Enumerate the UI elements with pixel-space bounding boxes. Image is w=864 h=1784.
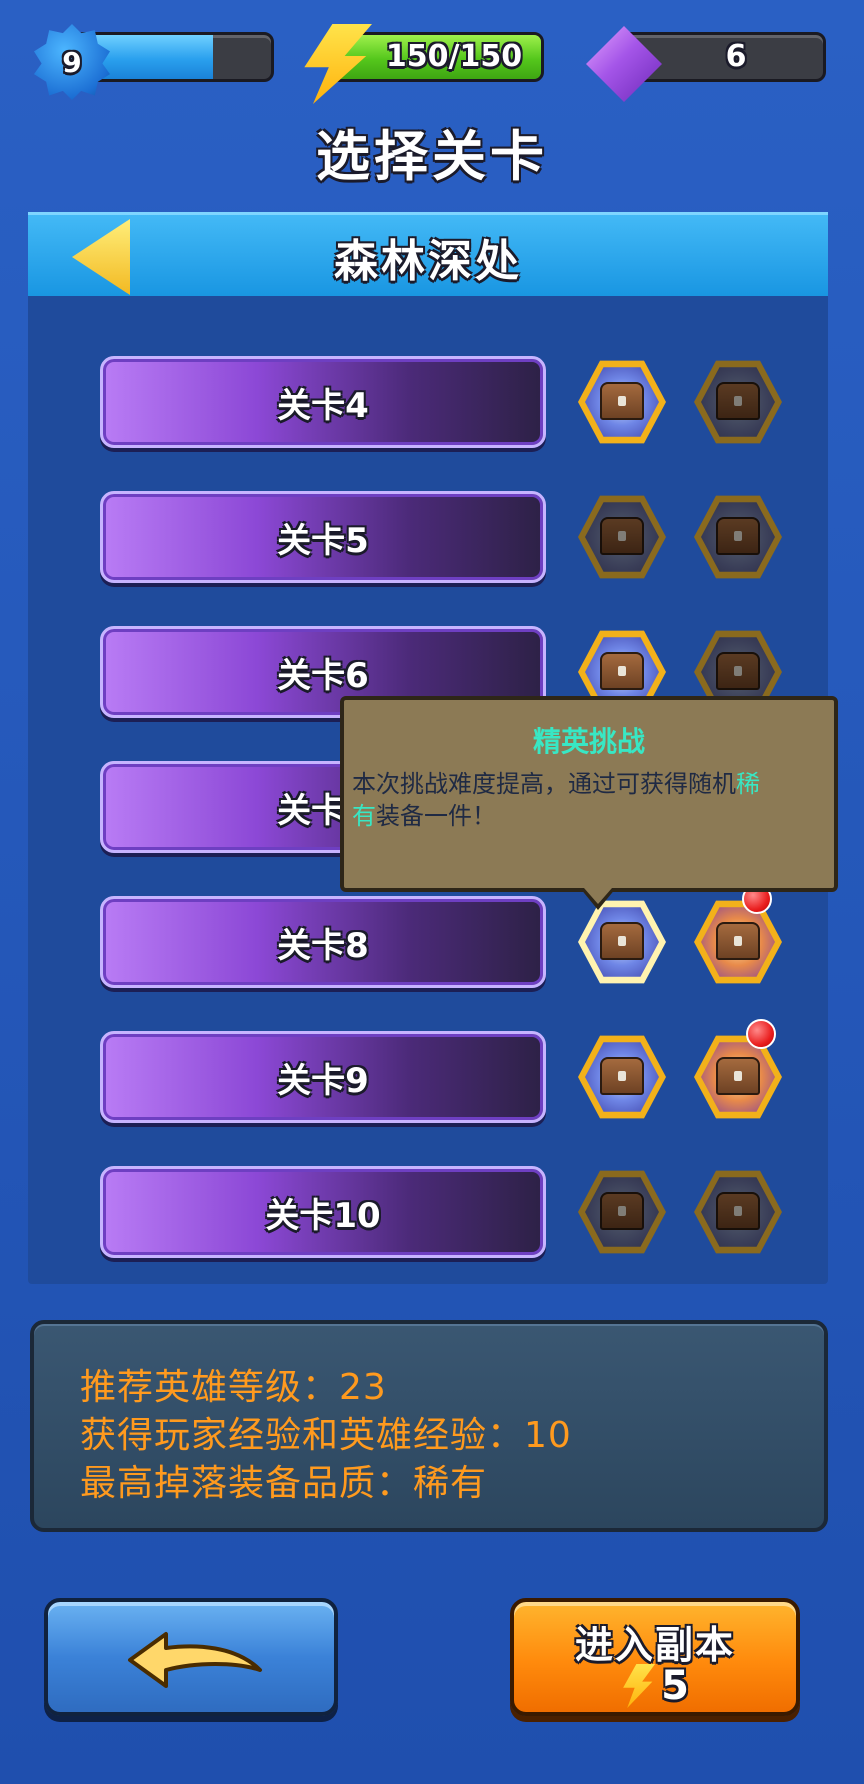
stage-info-panel: 推荐英雄等级：23 获得玩家经验和英雄经验：10 最高掉落装备品质：稀有 (30, 1320, 828, 1532)
new-reward-dot-icon (746, 1019, 776, 1049)
area-title: 森林深处 (334, 236, 522, 287)
stage-button[interactable]: 关卡4 (100, 356, 546, 448)
player-level-bar: 9 (34, 24, 274, 100)
stage-row: 关卡5 (68, 491, 782, 583)
exp-reward-text: 获得玩家经验和英雄经验：10 (80, 1415, 572, 1456)
normal-chest-icon[interactable] (578, 1035, 666, 1119)
area-header: 森林深处 (28, 212, 828, 296)
elite-chest-icon[interactable] (694, 495, 782, 579)
max-drop-quality-text: 最高掉落装备品质：稀有 (80, 1463, 488, 1504)
energy-bar[interactable]: 150/150 (304, 24, 544, 104)
recommended-level-text: 推荐英雄等级：23 (80, 1367, 387, 1408)
stage-row: 关卡10 (68, 1166, 782, 1258)
stage-button[interactable]: 关卡5 (100, 491, 546, 583)
elite-challenge-tooltip: 精英挑战 本次挑战难度提高，通过可获得随机稀有装备一件！ (340, 696, 838, 910)
stage-row: 关卡9 (68, 1019, 782, 1123)
normal-chest-icon[interactable] (578, 900, 666, 984)
energy-cost: 5 (514, 1662, 796, 1710)
gem-counter[interactable]: 6 (586, 24, 826, 102)
back-button[interactable] (44, 1598, 338, 1716)
curved-arrow-left-icon (128, 1632, 262, 1688)
stage-row: 关卡8 (68, 884, 782, 988)
lightning-icon (623, 1664, 656, 1708)
normal-chest-icon[interactable] (578, 495, 666, 579)
tooltip-desc-highlight: 稀 (736, 770, 760, 798)
stage-button[interactable]: 关卡9 (100, 1031, 546, 1123)
page-title: 选择关卡 (316, 125, 548, 188)
enter-dungeon-label: 进入副本 (574, 1623, 735, 1667)
stage-button[interactable]: 关卡10 (100, 1166, 546, 1258)
gem-value: 6 (725, 38, 747, 74)
elite-chest-icon[interactable] (694, 360, 782, 444)
elite-chest-icon[interactable] (694, 1170, 782, 1254)
normal-chest-icon[interactable] (578, 1170, 666, 1254)
energy-cost-value: 5 (661, 1663, 689, 1709)
elite-chest-icon[interactable] (694, 900, 782, 984)
tooltip-description: 本次挑战难度提高，通过可获得随机稀有装备一件！ (352, 768, 826, 832)
stage-button[interactable]: 关卡8 (100, 896, 546, 988)
tooltip-desc-text: 装备一件！ (376, 802, 496, 830)
player-level-value: 9 (62, 45, 82, 79)
energy-value: 150/150 (385, 38, 523, 74)
tooltip-desc-text: 本次挑战难度提高，通过可获得随机 (352, 770, 736, 798)
normal-chest-icon[interactable] (578, 360, 666, 444)
stage-row: 关卡4 (68, 356, 782, 448)
tooltip-title: 精英挑战 (532, 725, 645, 758)
tooltip-desc-highlight: 有 (352, 802, 376, 830)
enter-dungeon-button[interactable]: 进入副本 5 (510, 1598, 800, 1716)
